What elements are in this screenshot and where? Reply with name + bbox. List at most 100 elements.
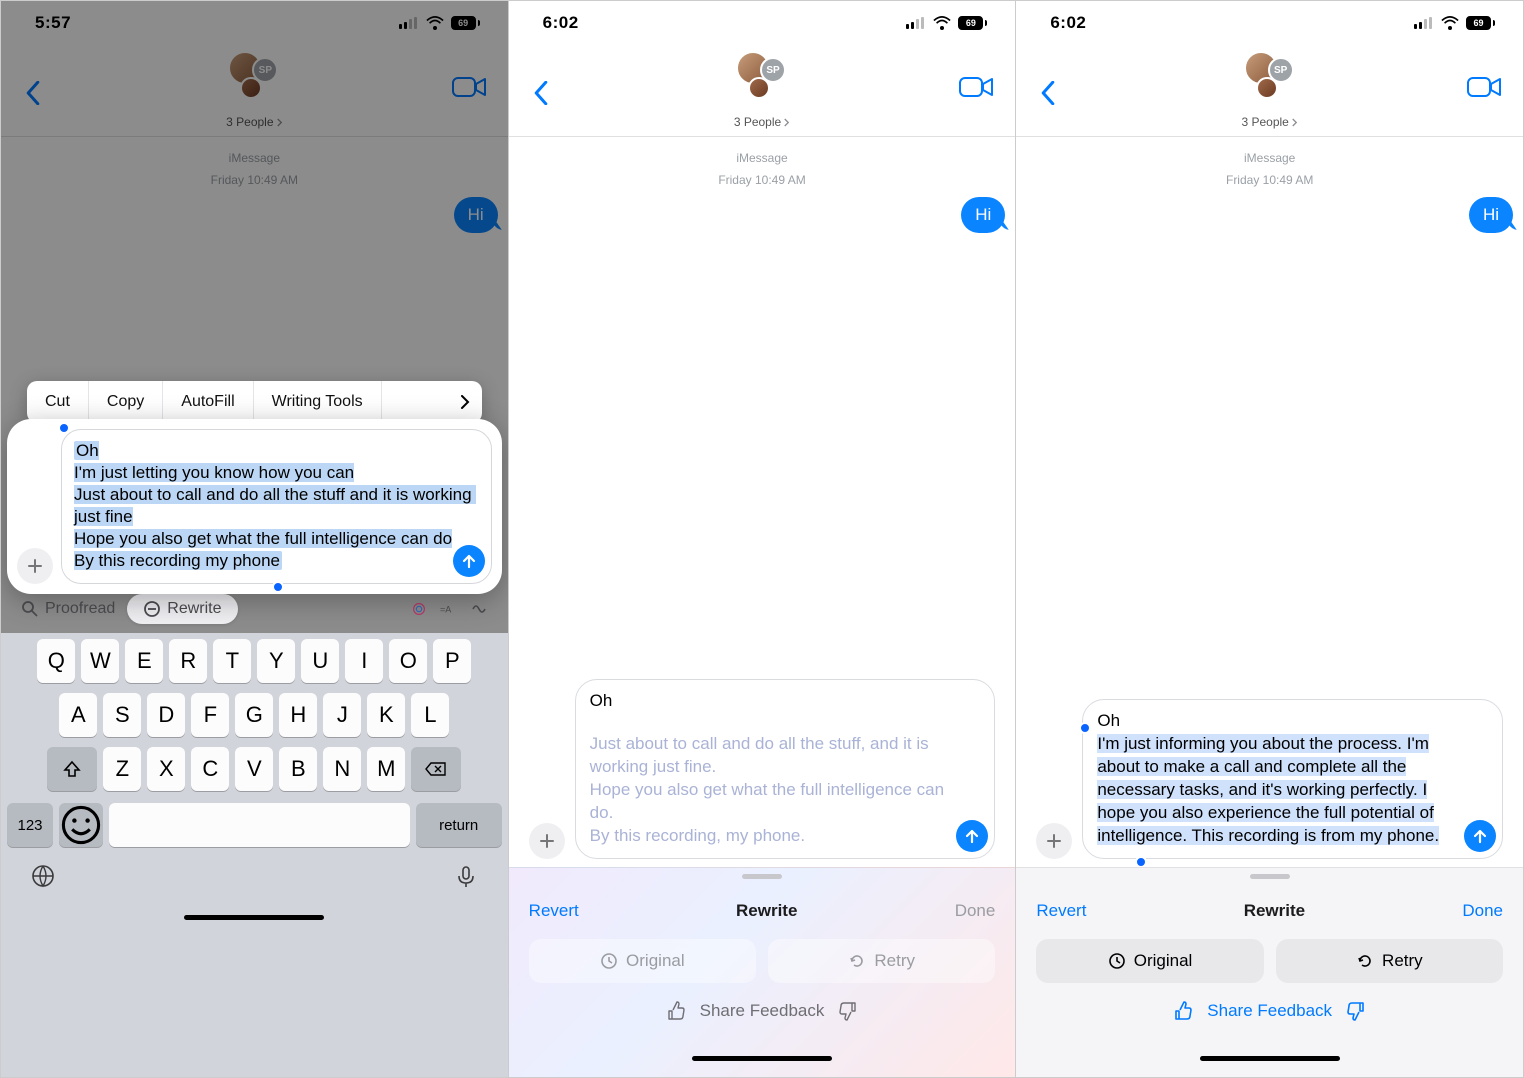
- revert-button[interactable]: Revert: [1036, 901, 1086, 921]
- back-button[interactable]: [1028, 73, 1068, 113]
- nav-header: SP 3 People: [509, 45, 1016, 137]
- back-button[interactable]: [521, 73, 561, 113]
- key-e[interactable]: E: [125, 639, 163, 683]
- key-r[interactable]: R: [169, 639, 207, 683]
- key-f[interactable]: F: [191, 693, 229, 737]
- key-g[interactable]: G: [235, 693, 273, 737]
- wifi-icon: [1441, 16, 1459, 30]
- menu-autofill[interactable]: AutoFill: [163, 381, 253, 423]
- group-name[interactable]: 3 People: [226, 115, 282, 129]
- facetime-button[interactable]: [1467, 73, 1507, 105]
- key-y[interactable]: Y: [257, 639, 295, 683]
- key-z[interactable]: Z: [103, 747, 141, 791]
- key-i[interactable]: I: [345, 639, 383, 683]
- key-b[interactable]: B: [279, 747, 317, 791]
- ai-icon[interactable]: [410, 600, 428, 618]
- revert-button[interactable]: Revert: [529, 901, 579, 921]
- nav-header: SP 3 People: [1016, 45, 1523, 137]
- proofread-button[interactable]: Proofread: [21, 600, 115, 618]
- home-indicator[interactable]: [1200, 1056, 1340, 1061]
- key-return[interactable]: return: [416, 803, 502, 847]
- key-v[interactable]: V: [235, 747, 273, 791]
- status-time: 5:57: [35, 13, 71, 33]
- add-attachment-button[interactable]: [529, 823, 565, 859]
- retry-button[interactable]: Retry: [768, 939, 995, 983]
- share-feedback[interactable]: Share Feedback: [529, 1001, 996, 1021]
- done-button[interactable]: Done: [1462, 901, 1503, 921]
- message-input[interactable]: Oh I'm just informing you about the proc…: [1082, 699, 1503, 859]
- drag-handle[interactable]: [1250, 874, 1290, 879]
- done-button[interactable]: Done: [955, 901, 996, 921]
- globe-icon[interactable]: [31, 864, 55, 893]
- selection-handle-start[interactable]: [1079, 722, 1091, 734]
- group-name[interactable]: 3 People: [1241, 115, 1297, 129]
- home-indicator[interactable]: [184, 915, 324, 920]
- group-avatar[interactable]: SP 3 People: [222, 51, 286, 129]
- send-button[interactable]: [453, 545, 485, 577]
- key-k[interactable]: K: [367, 693, 405, 737]
- cellular-icon: [906, 17, 926, 29]
- original-button[interactable]: Original: [1036, 939, 1263, 983]
- key-a[interactable]: A: [59, 693, 97, 737]
- menu-cut[interactable]: Cut: [27, 381, 89, 423]
- selection-handle-end[interactable]: [272, 581, 284, 593]
- key-p[interactable]: P: [433, 639, 471, 683]
- rewrite-panel: Revert Rewrite Done Original Retry Share…: [1016, 867, 1523, 1077]
- original-button[interactable]: Original: [529, 939, 756, 983]
- key-l[interactable]: L: [411, 693, 449, 737]
- text-context-menu: Cut Copy AutoFill Writing Tools: [27, 381, 482, 423]
- menu-writing-tools[interactable]: Writing Tools: [254, 381, 382, 423]
- selected-text: Oh I'm just letting you know how you can…: [74, 441, 476, 570]
- key-shift[interactable]: [47, 747, 97, 791]
- key-delete[interactable]: [411, 747, 461, 791]
- key-h[interactable]: H: [279, 693, 317, 737]
- key-t[interactable]: T: [213, 639, 251, 683]
- message-input[interactable]: Oh I'm just letting you know how you can…: [61, 429, 492, 584]
- dictation-icon[interactable]: [454, 864, 478, 893]
- key-d[interactable]: D: [147, 693, 185, 737]
- key-m[interactable]: M: [367, 747, 405, 791]
- group-avatar[interactable]: SP 3 People: [730, 51, 794, 129]
- key-j[interactable]: J: [323, 693, 361, 737]
- svg-text:=A: =A: [440, 605, 451, 615]
- key-x[interactable]: X: [147, 747, 185, 791]
- add-attachment-button[interactable]: [1036, 823, 1072, 859]
- group-avatar[interactable]: SP 3 People: [1238, 51, 1302, 129]
- key-emoji[interactable]: [59, 803, 103, 847]
- key-numbers[interactable]: 123: [7, 803, 53, 847]
- send-button[interactable]: [956, 820, 988, 852]
- message-bubble-out: Hi: [961, 197, 1005, 233]
- rewrite-title: Rewrite: [1244, 901, 1305, 921]
- back-button[interactable]: [13, 73, 53, 113]
- drag-handle[interactable]: [742, 874, 782, 879]
- key-o[interactable]: O: [389, 639, 427, 683]
- key-n[interactable]: N: [323, 747, 361, 791]
- script-icon[interactable]: [470, 600, 488, 618]
- key-space[interactable]: [109, 803, 410, 847]
- group-name[interactable]: 3 People: [734, 115, 790, 129]
- cellular-icon: [1414, 17, 1434, 29]
- key-w[interactable]: W: [81, 639, 119, 683]
- format-icon[interactable]: =A: [440, 600, 458, 618]
- key-s[interactable]: S: [103, 693, 141, 737]
- key-q[interactable]: Q: [37, 639, 75, 683]
- retry-button[interactable]: Retry: [1276, 939, 1503, 983]
- facetime-button[interactable]: [452, 73, 492, 105]
- share-feedback[interactable]: Share Feedback: [1036, 1001, 1503, 1021]
- compose-row: Oh Just about to call and do all the stu…: [519, 679, 1006, 867]
- menu-more-icon[interactable]: [448, 395, 482, 409]
- key-u[interactable]: U: [301, 639, 339, 683]
- home-indicator[interactable]: [692, 1056, 832, 1061]
- key-c[interactable]: C: [191, 747, 229, 791]
- selection-handle-start[interactable]: [58, 422, 70, 434]
- conversation-area: iMessage Friday 10:49 AM Hi Oh Just abou…: [509, 137, 1016, 867]
- rewrite-button[interactable]: Rewrite: [127, 594, 237, 624]
- status-bar: 6:02 69: [509, 1, 1016, 45]
- add-attachment-button[interactable]: [17, 548, 53, 584]
- send-button[interactable]: [1464, 820, 1496, 852]
- compose-text-fading: Just about to call and do all the stuff,…: [590, 733, 953, 848]
- facetime-button[interactable]: [959, 73, 999, 105]
- status-icons: 69: [1414, 16, 1495, 30]
- menu-copy[interactable]: Copy: [89, 381, 163, 423]
- message-input[interactable]: Oh Just about to call and do all the stu…: [575, 679, 996, 859]
